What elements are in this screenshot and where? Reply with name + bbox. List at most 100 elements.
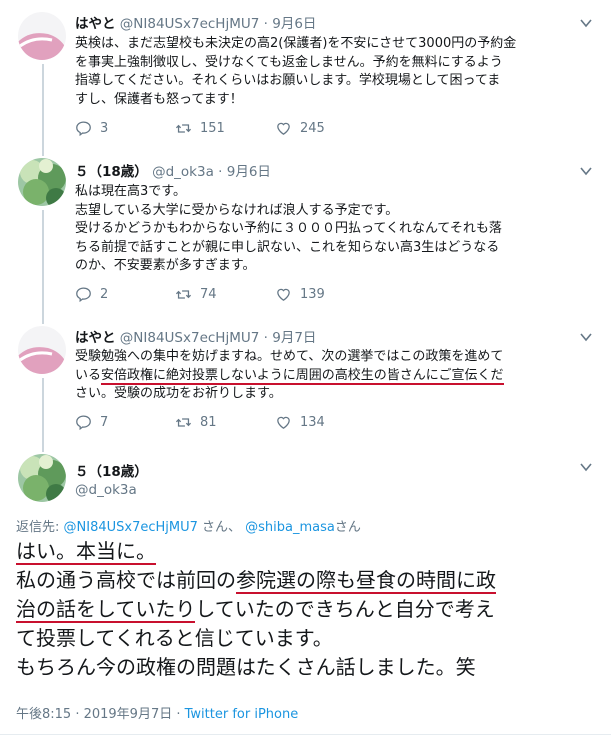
chevron-down-icon[interactable] xyxy=(579,164,593,178)
tweet-line: のか、不安要素が多すぎます。 xyxy=(75,258,256,273)
tweet-line: 治の話をしていたりしていたのできちんと自分で考え xyxy=(16,595,596,624)
mention-link[interactable]: @shiba_masa xyxy=(245,520,335,535)
thread-line xyxy=(42,316,44,324)
avatar[interactable] xyxy=(18,12,66,60)
like-button[interactable]: 134 xyxy=(275,414,325,431)
tweet-date[interactable]: 9月6日 xyxy=(272,16,316,32)
divider xyxy=(0,734,611,735)
tweet-line: 指導してください。それくらいはお願いします。学校現場として困ってま xyxy=(75,73,501,88)
like-count: 245 xyxy=(300,121,325,136)
reply-count: 2 xyxy=(100,287,109,302)
separator: · xyxy=(218,164,223,180)
retweet-count: 81 xyxy=(200,415,217,430)
display-name[interactable]: ５（18歳） xyxy=(75,460,148,480)
like-count: 134 xyxy=(300,415,325,430)
tweet-text-segment: 私の通う高校では前回の xyxy=(16,568,236,592)
thread-line xyxy=(42,378,44,444)
tweet-text: 英検は、まだ志望校も未決定の高2(保護者)を不安にさせて3000円の予約金 を事… xyxy=(75,35,595,109)
retweet-button[interactable]: 74 xyxy=(175,286,217,303)
replying-label: 返信先: xyxy=(16,520,64,535)
tweet-line: て投票してくれると信じています。 xyxy=(16,626,333,650)
highlighted-text: はい。本当に。 xyxy=(16,539,156,565)
reply-icon xyxy=(76,287,91,303)
tweet-line: 私は現在高3です。 xyxy=(75,184,186,199)
user-handle[interactable]: @d_ok3a xyxy=(152,164,214,180)
separator: · xyxy=(263,330,268,346)
user-handle[interactable]: @NI84USx7ecHjMU7 xyxy=(120,16,260,32)
reply-button[interactable]: 3 xyxy=(75,120,108,137)
thread-line xyxy=(42,64,44,148)
retweet-icon xyxy=(175,418,192,427)
display-name[interactable]: はやと xyxy=(75,330,116,346)
like-button[interactable]: 139 xyxy=(275,286,325,303)
tweet-text: 受験勉強への集中を妨げますね。せめて、次の選挙ではこの政策を進めて いる安倍政権… xyxy=(75,348,595,404)
retweet-button[interactable]: 81 xyxy=(175,414,217,431)
like-button[interactable]: 245 xyxy=(275,120,325,137)
tweet-line: はい。本当に。 xyxy=(16,537,596,566)
replying-suffix: さん xyxy=(334,520,361,535)
tweet-header: ５（18歳） @d_ok3a · 9月6日 xyxy=(75,160,271,180)
focused-tweet[interactable]: ５（18歳） @d_ok3a 返信先: @NI84USx7ecHjMU7 さん、… xyxy=(0,444,611,745)
reply-button[interactable]: 7 xyxy=(75,414,108,431)
retweet-count: 74 xyxy=(200,287,217,302)
tweet-line: 受験勉強への集中を妨げますね。せめて、次の選挙ではこの政策を進めて xyxy=(75,349,504,364)
reply-icon xyxy=(76,121,91,137)
tweet-line: 私の通う高校では前回の参院選の際も昼食の時間に政 xyxy=(16,566,596,595)
heart-icon xyxy=(277,122,290,135)
reply-button[interactable]: 2 xyxy=(75,286,108,303)
retweet-icon xyxy=(175,290,192,299)
avatar[interactable] xyxy=(18,326,66,374)
reply-icon xyxy=(76,415,91,431)
tweet-meta: 午後8:15 · 2019年9月7日 · Twitter for iPhone xyxy=(16,703,298,722)
tweet-header: はやと @NI84USx7ecHjMU7 · 9月7日 xyxy=(75,326,316,346)
tweet-text: はい。本当に。 私の通う高校では前回の参院選の際も昼食の時間に政 治の話をしてい… xyxy=(16,537,596,682)
replying-to: 返信先: @NI84USx7ecHjMU7 さん、 @shiba_masaさん xyxy=(16,516,361,535)
tweet-3[interactable]: はやと @NI84USx7ecHjMU7 · 9月7日 受験勉強への集中を妨げま… xyxy=(0,316,611,444)
highlighted-text: 参院選の際も昼食の時間に政 xyxy=(236,568,496,594)
retweet-icon xyxy=(175,124,192,133)
tweet-1[interactable]: はやと @NI84USx7ecHjMU7 · 9月6日 英検は、まだ志望校も未決… xyxy=(0,0,611,148)
mention-link[interactable]: @NI84USx7ecHjMU7 xyxy=(64,520,198,535)
separator: · xyxy=(263,16,268,32)
retweet-count: 151 xyxy=(200,121,225,136)
thread-line xyxy=(42,210,44,316)
tweet-line: 志望している大学に受からなければ浪人する予定です。 xyxy=(75,202,399,218)
highlighted-text: 安倍政権に絶対投票しないように周囲の高校生の皆さんにご宣伝くだ xyxy=(101,367,504,385)
tweet-line: すし、保護者も怒ってます！ xyxy=(75,91,243,107)
reply-count: 3 xyxy=(100,121,109,136)
user-handle[interactable]: @d_ok3a xyxy=(75,482,148,498)
replying-separator: さん、 xyxy=(197,520,246,535)
reply-count: 7 xyxy=(100,415,109,430)
user-handle[interactable]: @NI84USx7ecHjMU7 xyxy=(120,330,260,346)
retweet-button[interactable]: 151 xyxy=(175,120,225,137)
tweet-line: ちる前提で話すことが親に申し訳ない、これを知らない高3生はどうなる xyxy=(75,239,500,255)
tweet-text-segment: いる xyxy=(75,367,102,383)
tweet-line: を事実上強制徴収し、受けなくても返金しません。予約を無料にするよう xyxy=(75,54,503,70)
tweet-text-segment: していたのできちんと自分で考え xyxy=(195,597,495,621)
chevron-down-icon[interactable] xyxy=(579,330,593,344)
tweet-header: ５（18歳） @d_ok3a xyxy=(75,460,148,498)
tweet-timestamp[interactable]: 午後8:15 · 2019年9月7日 · xyxy=(16,707,185,722)
highlighted-text: 治の話をしていたり xyxy=(16,597,196,623)
tweet-line: もちろん今の政権の問題はたくさん話しました。笑 xyxy=(16,655,476,679)
avatar[interactable] xyxy=(18,158,66,206)
tweet-header: はやと @NI84USx7ecHjMU7 · 9月6日 xyxy=(75,12,316,32)
chevron-down-icon[interactable] xyxy=(579,16,593,30)
thread-line xyxy=(42,444,44,452)
tweet-line: いる安倍政権に絶対投票しないように周囲の高校生の皆さんにご宣伝くだ xyxy=(75,367,595,386)
tweet-2[interactable]: ５（18歳） @d_ok3a · 9月6日 私は現在高3です。 志望している大学… xyxy=(0,148,611,316)
tweet-source[interactable]: Twitter for iPhone xyxy=(185,707,299,722)
display-name[interactable]: ５（18歳） xyxy=(75,164,148,180)
heart-icon xyxy=(277,416,290,429)
tweet-line: 受けるかどうかもわからない予約に３０００円払ってくれなんてそれも落 xyxy=(75,221,502,236)
chevron-down-icon[interactable] xyxy=(579,460,593,474)
display-name[interactable]: はやと xyxy=(75,16,116,32)
tweet-text: 私は現在高3です。 志望している大学に受からなければ浪人する予定です。 受けるか… xyxy=(75,183,595,276)
avatar[interactable] xyxy=(18,454,66,502)
heart-icon xyxy=(277,288,290,301)
tweet-line: 英検は、まだ志望校も未決定の高2(保護者)を不安にさせて3000円の予約金 xyxy=(75,36,517,51)
like-count: 139 xyxy=(300,287,325,302)
tweet-date[interactable]: 9月6日 xyxy=(227,164,271,180)
tweet-date[interactable]: 9月7日 xyxy=(272,330,316,346)
tweet-line: さい。受験の成功をお祈りします。 xyxy=(75,386,282,401)
